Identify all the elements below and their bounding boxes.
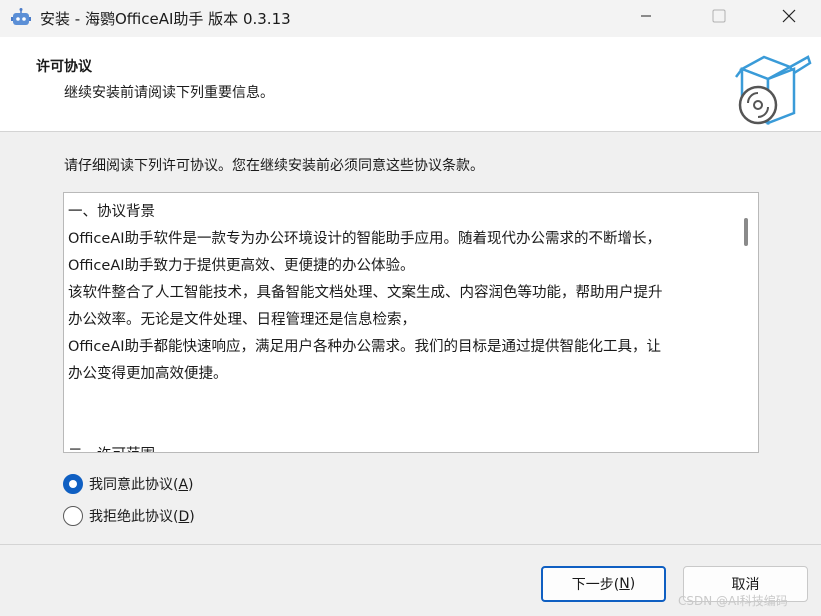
license-intro-text: 请仔细阅读下列许可协议。您在继续安装前必须同意这些协议条款。 [64, 158, 484, 174]
accept-radio-option[interactable]: 我同意此协议(A) [63, 474, 194, 494]
maximize-icon [712, 9, 726, 23]
title-bar: 安装 - 海鹦OfficeAI助手 版本 0.3.13 [0, 0, 821, 37]
software-box-cd-icon [735, 55, 812, 125]
maximize-button[interactable] [696, 0, 742, 32]
license-line: 办公效率。无论是文件处理、日程管理还是信息检索， [68, 312, 416, 328]
minimize-icon [641, 15, 651, 17]
license-line: 该软件整合了人工智能技术，具备智能文档处理、文案生成、内容润色等功能，帮助用户提… [68, 285, 663, 301]
license-line: OfficeAI助手都能快速响应，满足用户各种办公需求。我们的目标是通过提供智能… [68, 339, 662, 355]
scrollbar-thumb[interactable] [744, 218, 748, 246]
radio-unselected-icon[interactable] [63, 506, 83, 526]
radio-selected-icon[interactable] [63, 474, 83, 494]
license-line: 办公变得更加高效便捷。 [68, 366, 228, 382]
close-icon [782, 9, 796, 23]
license-textbox[interactable]: 一、协议背景 OfficeAI助手软件是一款专为办公环境设计的智能助手应用。随着… [63, 192, 759, 453]
page-title: 许可协议 [36, 59, 92, 75]
license-line: OfficeAI助手致力于提供更高效、更便捷的办公体验。 [68, 258, 415, 274]
decline-radio-option[interactable]: 我拒绝此协议(D) [63, 506, 195, 526]
wizard-header: 许可协议 继续安装前请阅读下列重要信息。 [0, 37, 821, 132]
footer-divider [0, 544, 821, 545]
license-line: OfficeAI助手软件是一款专为办公环境设计的智能助手应用。随着现代办公需求的… [68, 231, 662, 247]
license-line: 一、协议背景 [68, 204, 155, 220]
decline-label: 我拒绝此协议(D) [89, 509, 195, 525]
license-section-heading: 二、许可范围 [68, 442, 728, 452]
page-subtitle: 继续安装前请阅读下列重要信息。 [64, 85, 274, 101]
license-content: 一、协议背景 OfficeAI助手软件是一款专为办公环境设计的智能助手应用。随着… [68, 199, 728, 452]
accept-label: 我同意此协议(A) [89, 477, 194, 493]
window-title: 安装 - 海鹦OfficeAI助手 版本 0.3.13 [40, 10, 291, 28]
robot-icon [11, 8, 31, 25]
minimize-button[interactable] [623, 0, 669, 32]
close-button[interactable] [766, 0, 812, 32]
watermark: CSDN @AI科技编码 [678, 594, 788, 608]
next-button[interactable]: 下一步(N) [541, 566, 666, 602]
